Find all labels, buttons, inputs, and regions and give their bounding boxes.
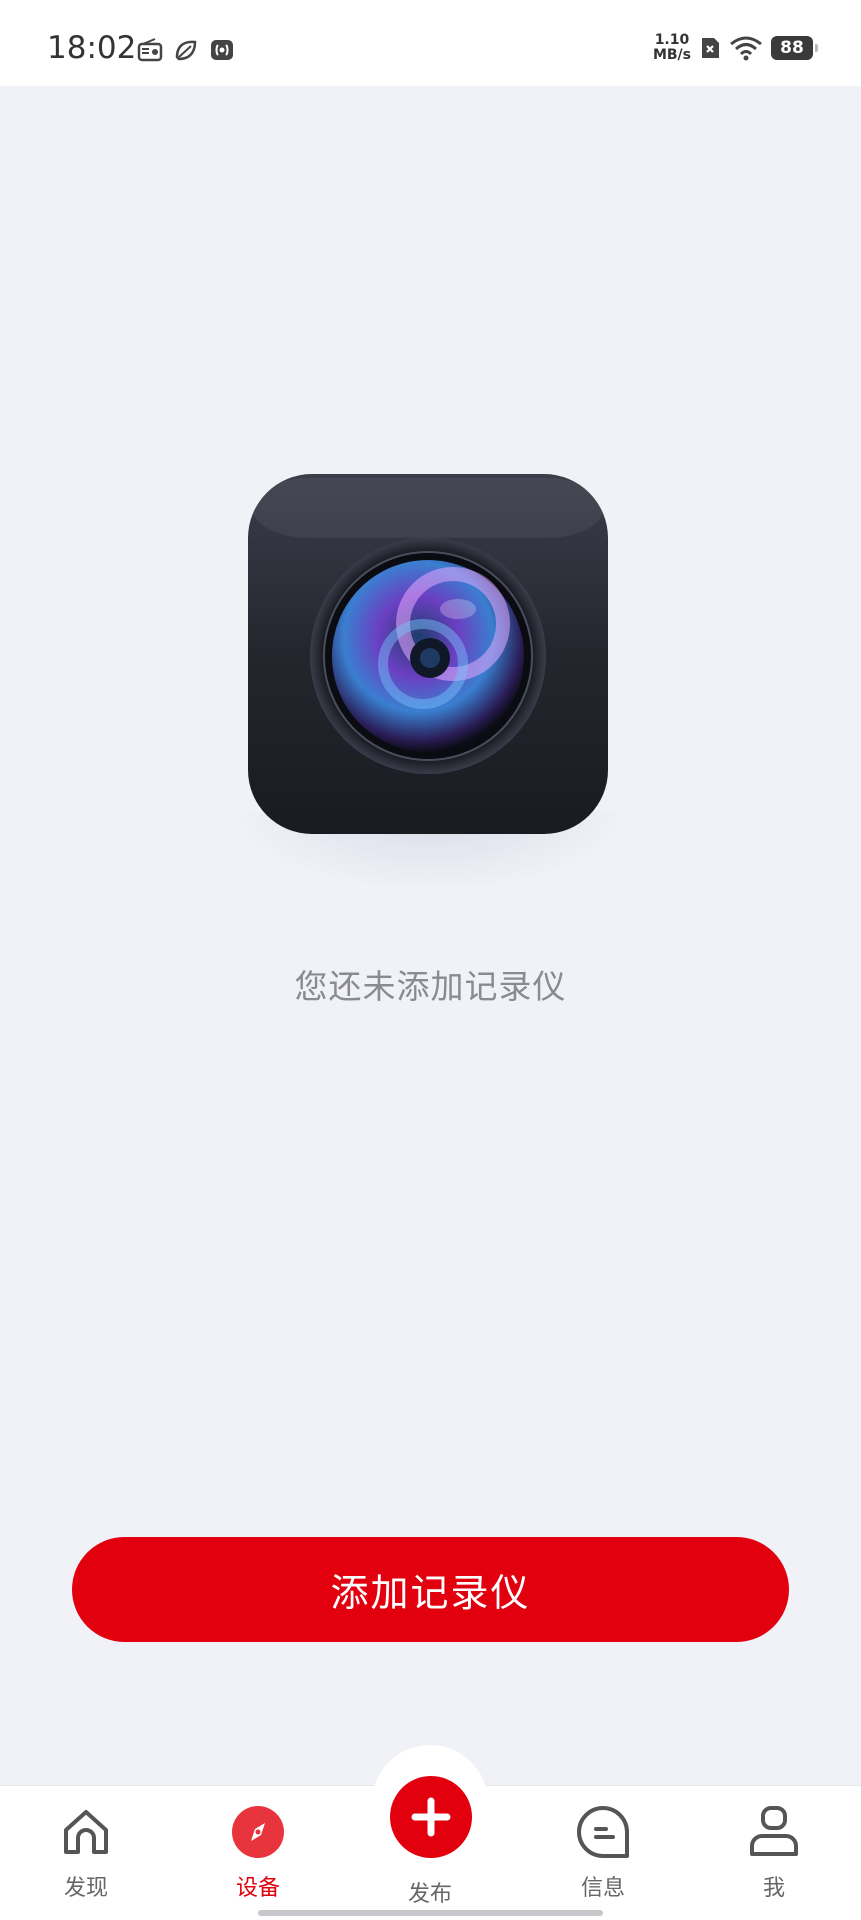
tab-label: 我 xyxy=(762,1876,785,1901)
no-sim-icon xyxy=(702,38,719,58)
add-dashcam-button[interactable]: 添加记录仪 xyxy=(72,1537,789,1642)
dashcam-illustration xyxy=(248,474,608,834)
status-time: 18:02 xyxy=(47,30,137,66)
network-speed: 1.10 MB/s xyxy=(652,32,691,63)
user-icon xyxy=(750,1806,798,1856)
home-icon xyxy=(64,1810,108,1854)
publish-button[interactable] xyxy=(390,1776,472,1858)
tab-label: 信息 xyxy=(580,1876,625,1901)
leaf-icon xyxy=(175,40,197,61)
tab-device[interactable]: 设备 xyxy=(198,1802,318,1912)
message-icon xyxy=(577,1806,629,1858)
app-badge-icon xyxy=(211,40,233,60)
compass-icon xyxy=(232,1806,284,1858)
tab-label: 设备 xyxy=(235,1876,280,1901)
empty-state-message: 您还未添加记录仪 xyxy=(294,967,567,1006)
wifi-icon xyxy=(730,36,762,61)
status-bar: 18:02 1.10 MB/s 88 xyxy=(0,0,861,86)
plus-icon xyxy=(411,1797,451,1837)
tab-messages[interactable]: 信息 xyxy=(543,1802,663,1912)
tab-label: 发现 xyxy=(63,1876,108,1901)
radio-icon xyxy=(137,38,163,62)
tab-me[interactable]: 我 xyxy=(714,1802,834,1912)
tab-discover[interactable]: 发现 xyxy=(26,1802,146,1912)
tab-label: 发布 xyxy=(407,1882,452,1907)
battery-indicator: 88 xyxy=(771,36,818,60)
home-indicator[interactable] xyxy=(258,1910,603,1916)
